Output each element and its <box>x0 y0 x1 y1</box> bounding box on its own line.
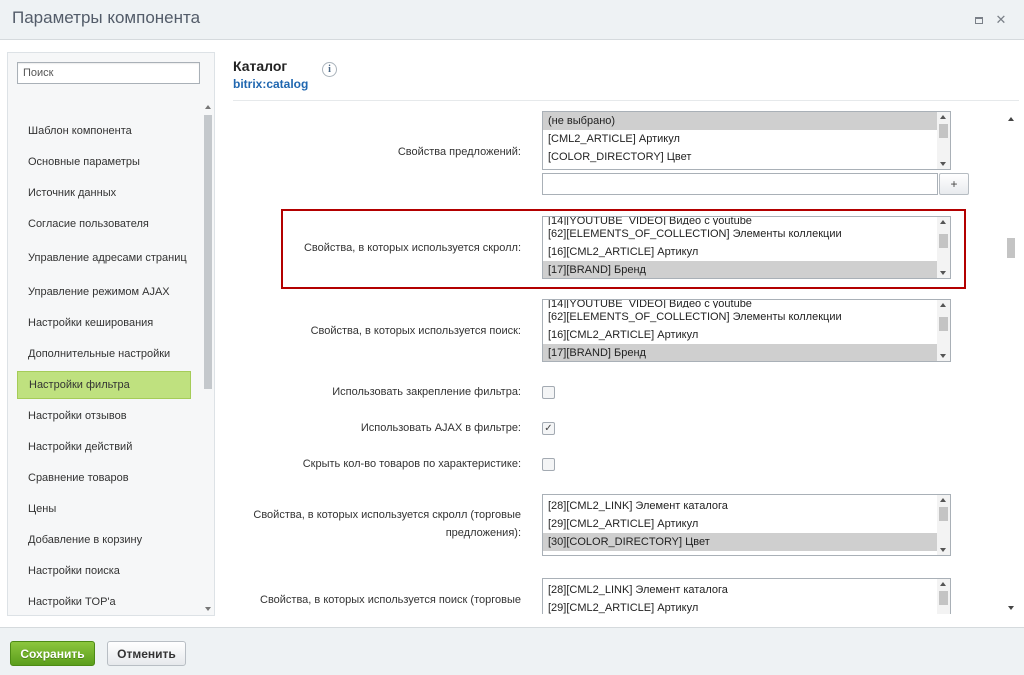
scroll-down-icon[interactable] <box>205 607 211 611</box>
sidebar: Шаблон компонента Основные параметры Источ… <box>7 52 215 616</box>
list-option[interactable]: [16][CML2_ARTICLE] Артикул <box>543 243 950 261</box>
list-option[interactable]: [30][COLOR_DIRECTORY] Цвет <box>543 533 950 551</box>
listbox-scrollbar[interactable] <box>937 579 950 614</box>
info-icon[interactable]: i <box>322 62 337 77</box>
title-divider <box>233 100 1019 101</box>
sidebar-item[interactable]: Настройки фильтра <box>17 371 191 399</box>
main-scrollbar[interactable] <box>1005 114 1017 614</box>
dialog-footer: Сохранить Отменить <box>0 627 1024 675</box>
component-code: bitrix:catalog <box>233 77 309 91</box>
list-option[interactable]: [16][CML2_ARTICLE] Артикул <box>543 326 950 344</box>
offer-props-listbox[interactable]: (не выбрано) [CML2_ARTICLE] Артикул [COL… <box>542 111 951 170</box>
sidebar-item[interactable]: Настройки отзывов <box>17 403 191 429</box>
close-icon[interactable]: ✕ <box>991 10 1011 30</box>
hide-count-label: Скрыть кол-во товаров по характеристике: <box>302 458 521 470</box>
list-option[interactable]: [29][CML2_ARTICLE] Артикул <box>543 599 950 614</box>
search-props-label: Свойства, в которых используется поиск: <box>310 325 521 337</box>
offer-props-label: Свойства предложений: <box>397 146 521 158</box>
sidebar-item[interactable]: Настройки действий <box>17 434 191 460</box>
list-option[interactable]: (не выбрано) <box>543 112 950 130</box>
scroll-thumb[interactable] <box>204 115 212 389</box>
filter-pin-label: Использовать закрепление фильтра: <box>332 386 521 398</box>
scroll-props-listbox[interactable]: [14][YOUTUBE_VIDEO] Видео с youtube [62]… <box>542 216 951 279</box>
filter-pin-checkbox[interactable] <box>542 386 555 399</box>
listbox-scrollbar[interactable] <box>937 112 950 169</box>
sidebar-item[interactable]: Цены <box>17 496 191 522</box>
list-option[interactable]: [17][BRAND] Бренд <box>543 261 950 278</box>
list-option[interactable]: [62][ELEMENTS_OF_COLLECTION] Элементы ко… <box>543 308 950 326</box>
sidebar-item[interactable]: Добавление в корзину <box>17 527 191 553</box>
list-option[interactable]: [62][ELEMENTS_OF_COLLECTION] Элементы ко… <box>543 225 950 243</box>
sidebar-item[interactable]: Управление адресами страниц <box>17 242 191 275</box>
scroll-up-icon[interactable] <box>205 105 211 109</box>
search-props-listbox[interactable]: [14][YOUTUBE_VIDEO] Видео с youtube [62]… <box>542 299 951 362</box>
sidebar-item[interactable]: Дополнительные настройки <box>17 341 191 367</box>
cancel-button[interactable]: Отменить <box>107 641 186 666</box>
offer-search-props-listbox[interactable]: [28][CML2_LINK] Элемент каталога [29][CM… <box>542 578 951 614</box>
scroll-up-icon[interactable] <box>1008 117 1014 121</box>
listbox-scrollbar[interactable] <box>937 495 950 555</box>
sidebar-item[interactable]: Настройки кеширования <box>17 310 191 336</box>
dialog-title: Параметры компонента <box>12 8 201 27</box>
dialog-header: Параметры компонента ✕ <box>0 0 1024 40</box>
list-option[interactable]: [14][YOUTUBE_VIDEO] Видео с youtube <box>543 217 950 225</box>
list-option[interactable]: [28][CML2_LINK] Элемент каталога <box>543 581 950 599</box>
sidebar-item[interactable]: Настройки TOP'а <box>17 589 191 615</box>
ajax-filter-checkbox[interactable]: ✓ <box>542 422 555 435</box>
component-title: Каталог <box>233 58 288 74</box>
scroll-thumb[interactable] <box>1007 238 1015 258</box>
listbox-scrollbar[interactable] <box>937 217 950 278</box>
sidebar-item[interactable]: Шаблон компонента <box>17 118 191 144</box>
offer-props-add-input[interactable] <box>542 173 938 195</box>
sidebar-scrollbar[interactable] <box>203 105 213 611</box>
sidebar-item[interactable]: Источник данных <box>17 180 191 206</box>
offer-scroll-props-listbox[interactable]: [28][CML2_LINK] Элемент каталога [29][CM… <box>542 494 951 556</box>
sidebar-item[interactable]: Основные параметры <box>17 149 191 175</box>
scroll-down-icon[interactable] <box>1008 606 1014 610</box>
list-option[interactable]: [28][CML2_LINK] Элемент каталога <box>543 497 950 515</box>
list-option[interactable]: [CML2_ARTICLE] Артикул <box>543 130 950 148</box>
list-option[interactable]: [14][YOUTUBE_VIDEO] Видео с youtube <box>543 300 950 308</box>
sidebar-item[interactable]: Согласие пользователя <box>17 211 191 237</box>
sidebar-item[interactable]: Управление режимом AJAX <box>17 279 191 305</box>
offer-scroll-props-label-1: Свойства, в которых используется скролл … <box>253 509 521 521</box>
sidebar-item[interactable]: Сравнение товаров <box>17 465 191 491</box>
list-option[interactable]: [29][CML2_ARTICLE] Артикул <box>543 515 950 533</box>
list-option[interactable]: [COLOR_DIRECTORY] Цвет <box>543 148 950 166</box>
offer-scroll-props-label-2: предложения): <box>445 527 521 539</box>
add-property-button[interactable]: + <box>939 173 969 195</box>
scroll-props-label: Свойства, в которых используется скролл: <box>303 242 521 254</box>
list-option[interactable]: [17][BRAND] Бренд <box>543 344 950 361</box>
sidebar-item[interactable]: Настройки поиска <box>17 558 191 584</box>
listbox-scrollbar[interactable] <box>937 300 950 361</box>
ajax-filter-label: Использовать AJAX в фильтре: <box>360 422 521 434</box>
settings-form: Свойства предложений: (не выбрано) [CML2… <box>219 108 999 614</box>
search-input[interactable] <box>17 62 200 84</box>
hide-count-checkbox[interactable] <box>542 458 555 471</box>
offer-search-props-label: Свойства, в которых используется поиск (… <box>260 594 521 606</box>
maximize-icon[interactable] <box>969 10 989 30</box>
save-button[interactable]: Сохранить <box>10 641 95 666</box>
